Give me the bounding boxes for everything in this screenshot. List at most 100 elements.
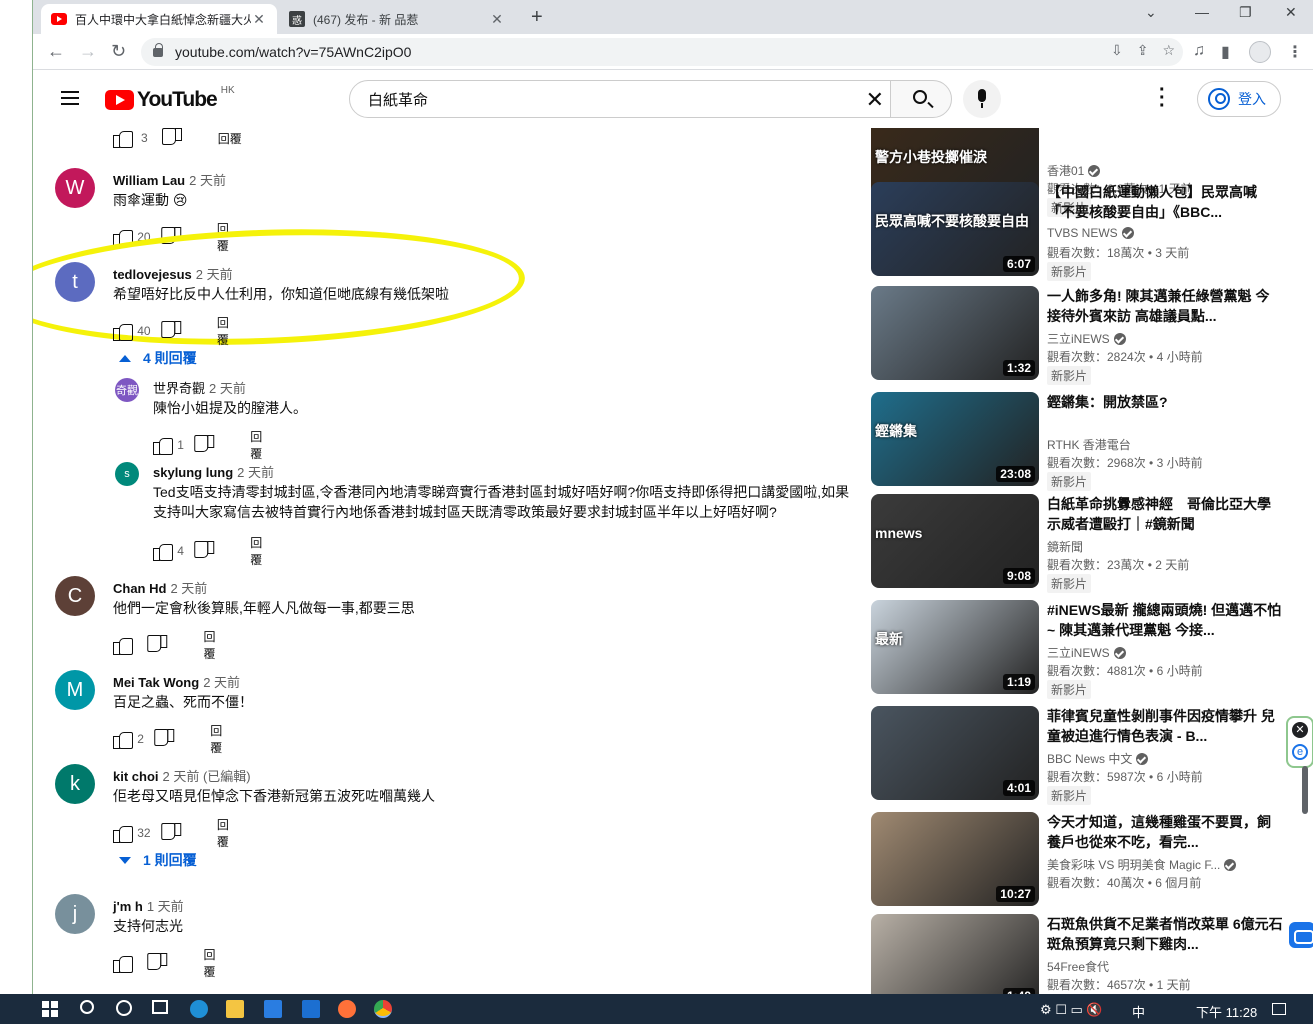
- reload-button[interactable]: ↻: [111, 41, 126, 62]
- close-icon[interactable]: ✕: [1292, 722, 1308, 738]
- reply-button[interactable]: 回覆: [250, 534, 270, 568]
- reply-button[interactable]: 回覆: [210, 722, 230, 756]
- side-panel-icon[interactable]: ▮: [1221, 42, 1230, 62]
- video-title[interactable]: 今天才知道，這幾種雞蛋不要買，飼養戶也從來不吃，看完...: [1047, 812, 1283, 852]
- system-tray-icons[interactable]: ⚙ ☐ ▭ 🔇: [1040, 1002, 1103, 1018]
- clear-search-icon[interactable]: ✕: [866, 87, 884, 113]
- video-thumbnail[interactable]: 鏗鏘集 23:08: [871, 392, 1039, 486]
- clock[interactable]: 下午 11:28: [1196, 1002, 1257, 1021]
- close-icon[interactable]: ✕: [251, 11, 267, 28]
- video-card[interactable]: 鏗鏘集 23:08 鏗鏘集：開放禁區? RTHK 香港電台 觀看次數：2968次 • 3…: [871, 392, 1287, 491]
- address-bar[interactable]: youtube.com/watch?v=75AWnC2ipO0 ⇩ ⇪ ☆: [141, 38, 1183, 66]
- dislike-icon[interactable]: [162, 128, 182, 148]
- video-title[interactable]: 鏗鏘集：開放禁區?: [1047, 392, 1283, 412]
- comment-author[interactable]: j'm h1 天前: [113, 896, 184, 915]
- like-icon[interactable]: [113, 823, 134, 843]
- hide-replies-button[interactable]: 4 則回覆: [119, 348, 197, 368]
- teamviewer-icon[interactable]: [1289, 922, 1313, 948]
- task-view-icon[interactable]: [152, 1000, 168, 1014]
- video-title[interactable]: 一人飾多角! 陳其邁兼任綠營黨魁 今接待外賓來訪 高雄議員點...: [1047, 286, 1283, 326]
- back-button[interactable]: ←: [47, 41, 65, 62]
- reply-button[interactable]: 回覆: [204, 628, 224, 662]
- like-icon[interactable]: [113, 321, 134, 341]
- video-card[interactable]: 1:49石斑魚供貨不足業者悄改菜單 6億元石斑魚預算竟只剩下雞肉... 54Fre…: [871, 914, 1287, 994]
- restore-button[interactable]: ❐: [1239, 4, 1252, 21]
- channel-name[interactable]: 三立iNEWS: [1047, 330, 1126, 347]
- channel-name[interactable]: BBC News 中文: [1047, 750, 1149, 767]
- scrollbar[interactable]: [1302, 766, 1308, 814]
- video-thumbnail[interactable]: 1:49: [871, 914, 1039, 994]
- video-thumbnail[interactable]: 最新 1:19: [871, 600, 1039, 694]
- like-icon[interactable]: [113, 953, 134, 973]
- firefox-icon[interactable]: [338, 1000, 356, 1018]
- voice-search-button[interactable]: [963, 80, 1001, 118]
- avatar[interactable]: t: [55, 262, 95, 302]
- reply-button[interactable]: 回覆: [250, 428, 270, 462]
- bookmark-star-icon[interactable]: ☆: [1162, 42, 1175, 59]
- extension-widget[interactable]: ✕ e: [1286, 716, 1313, 768]
- like-icon[interactable]: [153, 435, 174, 455]
- video-thumbnail[interactable]: 4:01: [871, 706, 1039, 800]
- tab-youtube[interactable]: 百人中環中大拿白紙悼念新疆大火 ✕: [41, 4, 277, 34]
- chevron-down-icon[interactable]: ⌄: [1145, 4, 1157, 21]
- avatar[interactable]: M: [55, 670, 95, 710]
- browser-menu-icon[interactable]: ⋮: [1287, 42, 1303, 62]
- file-explorer-icon[interactable]: [226, 1000, 244, 1018]
- video-card[interactable]: 1:32 一人飾多角! 陳其邁兼任綠營黨魁 今接待外賓來訪 高雄議員點... 三立i…: [871, 286, 1287, 385]
- video-thumbnail[interactable]: 10:27: [871, 812, 1039, 906]
- comment-author[interactable]: Chan Hd 2 天前: [113, 578, 207, 597]
- dislike-icon[interactable]: [151, 635, 167, 655]
- minimize-button[interactable]: —: [1195, 4, 1209, 20]
- dislike-icon[interactable]: [151, 953, 167, 973]
- reply-button[interactable]: 回覆: [217, 816, 237, 850]
- avatar[interactable]: W: [55, 168, 95, 208]
- video-thumbnail[interactable]: 1:32: [871, 286, 1039, 380]
- video-title[interactable]: 【中國白紙運動懶人包】民眾高喊「不要核酸要自由」《BBC...: [1047, 182, 1283, 222]
- video-card[interactable]: mnews 9:08 白紙革命挑釁感神經 哥倫比亞大學示威者遭毆打｜#鏡新聞 鏡新聞觀…: [871, 494, 1287, 593]
- dislike-icon[interactable]: [165, 321, 181, 341]
- notification-icon[interactable]: [1272, 1003, 1286, 1015]
- cortana-icon[interactable]: [116, 1000, 132, 1016]
- like-icon[interactable]: [113, 729, 134, 749]
- ime-indicator[interactable]: 中: [1132, 1002, 1145, 1021]
- search-input[interactable]: 白紙革命 ✕: [349, 80, 891, 118]
- channel-name[interactable]: 54Free食代: [1047, 958, 1109, 975]
- avatar[interactable]: C: [55, 576, 95, 616]
- tab-site[interactable]: 惑 (467) 发布 - 新 品惹 ✕: [279, 4, 515, 34]
- dislike-icon[interactable]: [198, 435, 214, 455]
- youtube-logo[interactable]: YouTube HK: [105, 85, 235, 112]
- channel-name[interactable]: 美食彩味 VS 明玥美食 Magic F...: [1047, 856, 1237, 873]
- windows-start-icon[interactable]: [42, 1001, 58, 1017]
- avatar[interactable]: s: [115, 462, 139, 486]
- forward-button[interactable]: →: [79, 41, 97, 62]
- dislike-icon[interactable]: [158, 729, 174, 749]
- video-title[interactable]: 白紙革命挑釁感神經 哥倫比亞大學示威者遭毆打｜#鏡新聞: [1047, 494, 1283, 534]
- channel-name[interactable]: RTHK 香港電台: [1047, 436, 1131, 453]
- install-icon[interactable]: ⇩: [1111, 42, 1123, 59]
- video-title[interactable]: 石斑魚供貨不足業者悄改菜單 6億元石斑魚預算竟只剩下雞肉...: [1047, 914, 1283, 954]
- video-thumbnail[interactable]: mnews 9:08: [871, 494, 1039, 588]
- like-icon[interactable]: [153, 541, 174, 561]
- video-title[interactable]: 菲律賓兒童性剝削事件因疫情攀升 兒童被迫進行情色表演 - B...: [1047, 706, 1283, 746]
- reply-button[interactable]: 回覆: [204, 946, 224, 980]
- close-window-button[interactable]: ✕: [1285, 4, 1297, 21]
- reply-button[interactable]: 回覆: [217, 314, 237, 348]
- dislike-icon[interactable]: [198, 541, 214, 561]
- channel-name[interactable]: 鏡新聞: [1047, 538, 1083, 555]
- close-icon[interactable]: ✕: [489, 11, 505, 28]
- dislike-icon[interactable]: [165, 823, 181, 843]
- mail-icon[interactable]: [302, 1000, 320, 1018]
- new-tab-button[interactable]: +: [531, 6, 543, 29]
- comment-author[interactable]: Mei Tak Wong 2 天前: [113, 672, 240, 691]
- avatar[interactable]: j: [55, 894, 95, 934]
- comment-author[interactable]: William Lau 2 天前: [113, 170, 226, 189]
- video-card[interactable]: 民眾高喊不要核酸要自由 6:07 【中國白紙運動懶人包】民眾高喊「不要核酸要自由」《…: [871, 182, 1287, 281]
- comment-author[interactable]: kit choi 2 天前 (已編輯): [113, 766, 251, 785]
- chrome-icon[interactable]: [374, 1000, 392, 1018]
- share-icon[interactable]: ⇪: [1137, 42, 1149, 59]
- channel-name[interactable]: 香港01: [1047, 162, 1101, 179]
- video-card[interactable]: 10:27 今天才知道，這幾種雞蛋不要買，飼養戶也從來不吃，看完... 美食彩味 V…: [871, 812, 1287, 910]
- reply-button[interactable]: 回覆: [218, 130, 242, 147]
- video-card[interactable]: 最新 1:19 #iNEWS最新 攏總兩頭燒! 但邁邁不怕~ 陳其邁兼代理黨魁 今接…: [871, 600, 1287, 699]
- view-replies-button[interactable]: 1 則回覆: [119, 850, 197, 870]
